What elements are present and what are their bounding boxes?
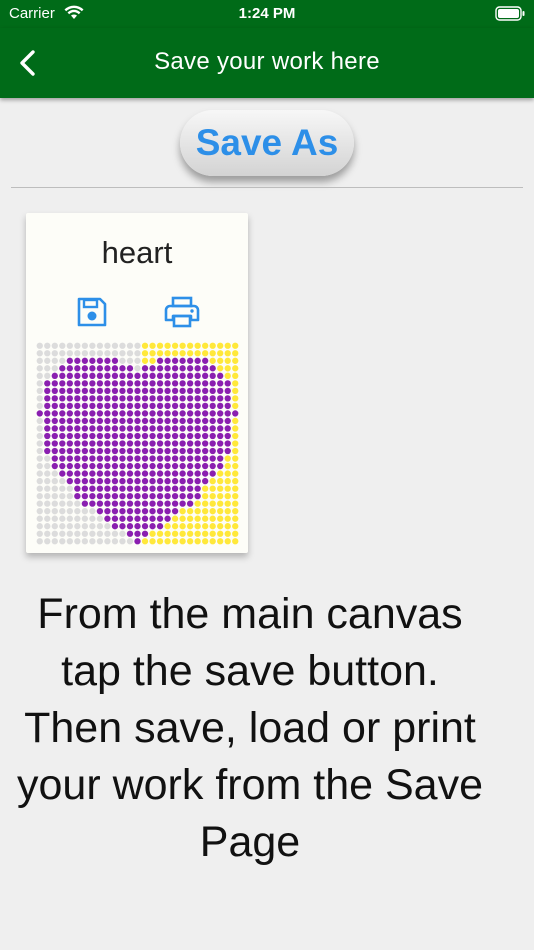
status-bar: Carrier 1:24 PM xyxy=(0,0,534,28)
saved-item-card[interactable]: heart xyxy=(26,213,248,553)
save-floppy-icon[interactable] xyxy=(76,296,108,328)
printer-icon[interactable] xyxy=(164,296,200,328)
page-title: Save your work here xyxy=(154,48,380,75)
navigation-bar: Save your work here xyxy=(0,28,534,98)
saved-item-name: heart xyxy=(101,235,173,270)
heart-preview-image[interactable] xyxy=(36,342,239,545)
divider xyxy=(11,187,523,188)
battery-icon xyxy=(495,6,525,21)
save-as-button[interactable]: Save As xyxy=(180,110,354,176)
instructions-text: From the main canvas tap the save button… xyxy=(16,590,483,866)
clock: 1:24 PM xyxy=(238,5,296,22)
